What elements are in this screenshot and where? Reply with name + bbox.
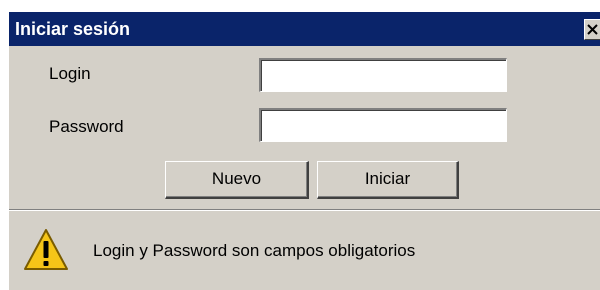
dialog-title: Iniciar sesión xyxy=(15,19,131,39)
login-label: Login xyxy=(49,64,91,83)
start-button[interactable]: Iniciar xyxy=(317,161,459,199)
password-label: Password xyxy=(49,117,124,136)
close-button[interactable] xyxy=(584,19,600,40)
status-separator xyxy=(9,209,600,211)
new-button[interactable]: Nuevo xyxy=(165,161,309,199)
login-input[interactable] xyxy=(259,58,507,92)
close-icon xyxy=(587,24,598,35)
title-bar[interactable]: Iniciar sesión xyxy=(9,12,600,46)
status-message: Login y Password son campos obligatorios xyxy=(93,241,416,260)
warning-icon xyxy=(24,229,68,270)
login-dialog: Iniciar sesión Login Password Nuevo Inic… xyxy=(8,12,600,290)
password-input[interactable] xyxy=(259,108,507,142)
